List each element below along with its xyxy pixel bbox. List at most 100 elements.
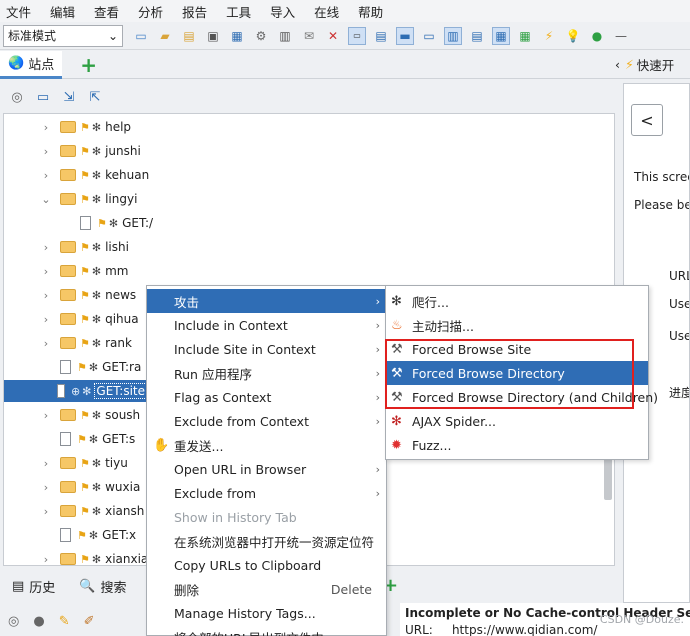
attack-submenu-item[interactable]: ⚒ Forced Browse Site bbox=[386, 337, 648, 361]
chevron-right-icon[interactable]: › bbox=[40, 337, 52, 350]
chevron-left-icon[interactable]: ‹ bbox=[615, 57, 620, 72]
layout-icon[interactable]: ▥ bbox=[276, 27, 294, 45]
context-menu-item[interactable]: Manage History Tags... bbox=[147, 601, 386, 625]
chevron-right-icon[interactable]: › bbox=[40, 169, 52, 182]
context-menu-item[interactable]: Exclude from › bbox=[147, 481, 386, 505]
chevron-right-icon[interactable]: › bbox=[40, 145, 52, 158]
tab-history[interactable]: ▤ 历史 bbox=[12, 577, 55, 596]
tree-row[interactable]: ⚑ ✻ GET:x bbox=[40, 524, 136, 546]
scope-icon[interactable]: ● bbox=[33, 614, 44, 629]
attack-submenu-item[interactable]: ♨ 主动扫描... bbox=[386, 313, 648, 337]
grid-icon[interactable]: ▦ bbox=[516, 27, 534, 45]
tab-sites[interactable]: 🌏 站点 bbox=[0, 50, 63, 79]
tree-row[interactable]: › ⚑ ✻ xiansh bbox=[40, 500, 145, 522]
target-icon[interactable]: ◎ bbox=[8, 88, 26, 106]
attack-submenu-item[interactable]: ✹ Fuzz... bbox=[386, 433, 648, 457]
tree-row[interactable]: ⊕ ✻ GET:site bbox=[4, 380, 147, 402]
tree-row[interactable]: ⌄ ⚑ ✻ lingyi bbox=[40, 188, 137, 210]
tree-row[interactable]: › ⚑ ✻ tiyu bbox=[40, 452, 128, 474]
brush-icon[interactable]: ✐ bbox=[84, 614, 95, 629]
panel-1-icon[interactable]: ▥ bbox=[444, 26, 462, 45]
menu-tools[interactable]: 工具 bbox=[226, 2, 251, 21]
plus-icon[interactable]: + bbox=[80, 55, 97, 75]
context-menu-item[interactable]: Flag as Context › bbox=[147, 385, 386, 409]
context-menu-item[interactable]: 将全部的URL导出到文件中... bbox=[147, 625, 386, 636]
tree-row[interactable]: › ⚑ ✻ help bbox=[40, 116, 131, 138]
tree-row[interactable]: › ⚑ ✻ soush bbox=[40, 404, 140, 426]
scan-icon[interactable]: ⚡ bbox=[540, 27, 558, 45]
context-menu-item[interactable]: Copy URLs to Clipboard bbox=[147, 553, 386, 577]
break-next-icon[interactable]: — bbox=[612, 27, 630, 45]
chevron-right-icon[interactable]: › bbox=[40, 553, 52, 566]
back-button[interactable]: < bbox=[631, 104, 663, 136]
tree-row[interactable]: › ⚑ ✻ kehuan bbox=[40, 164, 149, 186]
open-session-icon[interactable]: ▰ bbox=[156, 27, 174, 45]
context-menu-item[interactable]: Run 应用程序 › bbox=[147, 361, 386, 385]
tab-quick-start[interactable]: 快速开 bbox=[637, 55, 675, 74]
tree-row[interactable]: ⚑ ✻ GET:/ bbox=[60, 212, 153, 234]
tree-row[interactable]: › ⚑ ✻ mm bbox=[40, 260, 129, 282]
options-icon[interactable]: ⚙ bbox=[252, 27, 270, 45]
import-context-icon[interactable]: ⇲ bbox=[60, 88, 78, 106]
menu-edit[interactable]: 编辑 bbox=[50, 2, 75, 21]
tree-row[interactable]: › ⚑ ✻ rank bbox=[40, 332, 132, 354]
menu-view[interactable]: 查看 bbox=[94, 2, 119, 21]
context-menu-item[interactable]: 在系统浏览器中打开统一资源定位符 bbox=[147, 529, 386, 553]
chevron-right-icon[interactable]: › bbox=[40, 505, 52, 518]
tree-row[interactable]: › ⚑ ✻ xianxia bbox=[40, 548, 148, 566]
menu-analyse[interactable]: 分析 bbox=[138, 2, 163, 21]
context-menu-item[interactable]: Include Site in Context › bbox=[147, 337, 386, 361]
menu-import[interactable]: 导入 bbox=[270, 2, 295, 21]
alert-url-value[interactable]: https://www.qidian.com/ bbox=[452, 623, 598, 636]
request-icon[interactable]: ✉ bbox=[300, 27, 318, 45]
attack-submenu-item[interactable]: ⚒ Forced Browse Directory (and Children) bbox=[386, 385, 658, 409]
filter-icon[interactable]: ◎ bbox=[8, 614, 19, 629]
tree-row[interactable]: › ⚑ ✻ news bbox=[40, 284, 136, 306]
text-icon[interactable]: ▭ bbox=[348, 26, 366, 45]
context-menu-item[interactable]: Exclude from Context › bbox=[147, 409, 386, 433]
tree-row[interactable]: › ⚑ ✻ lishi bbox=[40, 236, 129, 258]
attack-submenu-item[interactable]: ✻ 爬行... bbox=[386, 289, 648, 313]
context-menu-item[interactable]: 删除 Delete bbox=[147, 577, 386, 601]
layout-2-icon[interactable]: ▬ bbox=[396, 26, 414, 45]
menu-help[interactable]: 帮助 bbox=[358, 2, 383, 21]
break-request-icon[interactable]: ✕ bbox=[324, 27, 342, 45]
chevron-right-icon[interactable]: › bbox=[40, 265, 52, 278]
tree-row[interactable]: › ⚑ ✻ wuxia bbox=[40, 476, 141, 498]
tree-row[interactable]: › ⚑ ✻ qihua bbox=[40, 308, 139, 330]
pencil-icon[interactable]: ✎ bbox=[59, 614, 70, 629]
layout-1-icon[interactable]: ▤ bbox=[372, 27, 390, 45]
chevron-right-icon[interactable]: › bbox=[40, 241, 52, 254]
chevron-right-icon[interactable]: › bbox=[40, 409, 52, 422]
chevron-right-icon[interactable]: › bbox=[40, 457, 52, 470]
menu-file[interactable]: 文件 bbox=[6, 2, 31, 21]
export-icon[interactable]: ▦ bbox=[228, 27, 246, 45]
menu-report[interactable]: 报告 bbox=[182, 2, 207, 21]
context-menu-item[interactable]: Include in Context › bbox=[147, 313, 386, 337]
tab-search[interactable]: 🔍 搜索 bbox=[79, 577, 126, 596]
panel-2-icon[interactable]: ▤ bbox=[468, 27, 486, 45]
snapshot-icon[interactable]: ▣ bbox=[204, 27, 222, 45]
chevron-right-icon[interactable]: › bbox=[40, 121, 52, 134]
tree-row[interactable]: ⚑ ✻ GET:ra bbox=[40, 356, 141, 378]
panel-3-icon[interactable]: ▦ bbox=[492, 26, 510, 45]
attack-submenu-item[interactable]: ⚒ Forced Browse Directory bbox=[386, 361, 648, 385]
attack-submenu-item[interactable]: ✻ AJAX Spider... bbox=[386, 409, 648, 433]
new-session-icon[interactable]: ▭ bbox=[132, 27, 150, 45]
mode-select[interactable]: 标准模式 ⌄ bbox=[3, 24, 123, 47]
save-session-icon[interactable]: ▤ bbox=[180, 27, 198, 45]
context-menu-item[interactable]: Open URL in Browser › bbox=[147, 457, 386, 481]
chevron-right-icon[interactable]: › bbox=[40, 313, 52, 326]
tree-row[interactable]: › ⚑ ✻ junshi bbox=[40, 140, 141, 162]
chevron-right-icon[interactable]: › bbox=[40, 289, 52, 302]
context-menu-item[interactable]: ✋ 重发送... bbox=[147, 433, 386, 457]
layout-3-icon[interactable]: ▭ bbox=[420, 27, 438, 45]
export-context-icon[interactable]: ⇱ bbox=[86, 88, 104, 106]
break-icon[interactable]: ● bbox=[588, 27, 606, 45]
menu-online[interactable]: 在线 bbox=[314, 2, 339, 21]
chevron-down-icon[interactable]: ⌄ bbox=[40, 193, 52, 206]
tree-row[interactable]: ⚑ ✻ GET:s bbox=[40, 428, 135, 450]
new-context-icon[interactable]: ▭ bbox=[34, 88, 52, 106]
chevron-right-icon[interactable]: › bbox=[40, 481, 52, 494]
context-menu-item[interactable]: 攻击 › bbox=[147, 289, 386, 313]
